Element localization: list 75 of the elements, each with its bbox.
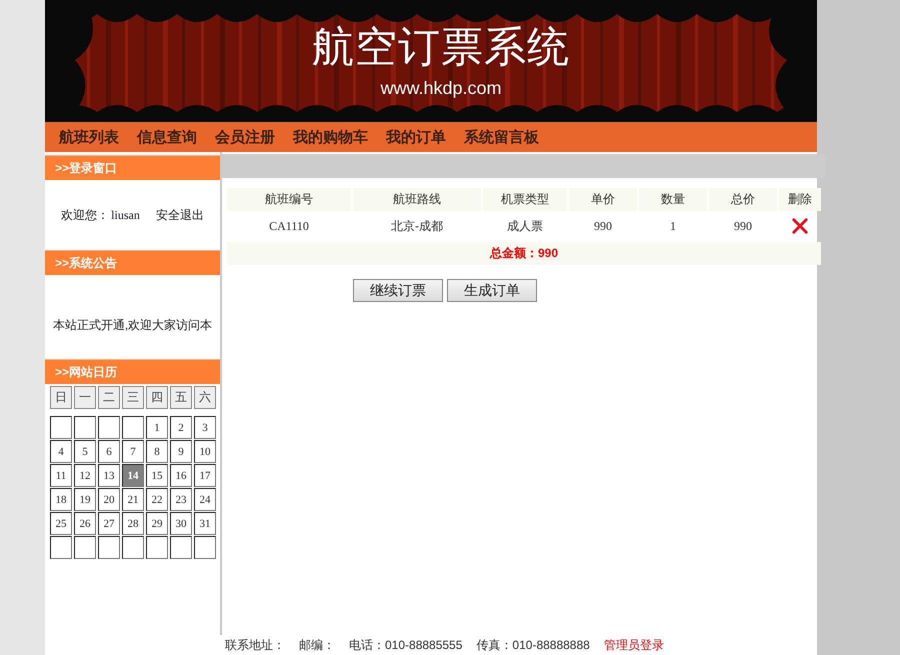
column-header: 删除 xyxy=(779,188,821,211)
notice-text: 本站正式开通,欢迎大家访问本 xyxy=(52,316,212,334)
action-button[interactable]: 生成订单 xyxy=(447,279,537,302)
site-url: www.hkdp.com xyxy=(380,78,502,99)
table-cell-text: 990 xyxy=(733,218,753,234)
calendar-day[interactable]: 27 xyxy=(98,512,120,535)
calendar-day[interactable]: 16 xyxy=(170,464,192,487)
address-label: 联系地址： xyxy=(225,636,285,654)
calendar-day[interactable]: 6 xyxy=(98,440,120,463)
nav-link[interactable]: 航班列表 xyxy=(59,128,119,146)
calendar-day[interactable]: 14 xyxy=(122,464,144,487)
column-header: 数量 xyxy=(639,188,707,211)
site-title: 航空订票系统 xyxy=(312,22,570,72)
table-cell-text: 成人票 xyxy=(506,218,544,234)
welcome-text: 欢迎您： xyxy=(61,206,110,224)
calendar-day[interactable]: 29 xyxy=(146,512,168,535)
calendar-day[interactable]: 10 xyxy=(194,440,216,463)
calendar-day[interactable]: 30 xyxy=(170,512,192,535)
admin-login-link[interactable]: 管理员登录 xyxy=(604,636,664,654)
logout-link[interactable]: 安全退出 xyxy=(156,206,204,224)
calendar-day[interactable]: 3 xyxy=(194,416,216,439)
calendar-day[interactable]: 20 xyxy=(98,488,120,511)
nav-link[interactable]: 我的订单 xyxy=(386,128,446,146)
calendar-day[interactable]: 31 xyxy=(194,512,216,535)
total-amount: 总金额：990 xyxy=(490,245,558,262)
calendar-day[interactable]: 13 xyxy=(98,464,120,487)
column-header: 航班编号 xyxy=(227,188,351,211)
calendar-day[interactable]: 4 xyxy=(50,440,72,463)
phone-text: 电话：010-88885555 xyxy=(349,636,462,654)
column-header: 单价 xyxy=(569,188,637,211)
weekday-cell: 日 xyxy=(50,386,72,409)
calendar-day[interactable]: 11 xyxy=(50,464,72,487)
calendar-day[interactable]: 1 xyxy=(146,416,168,439)
fax-text: 传真：010-88888888 xyxy=(476,636,590,654)
column-header: 航班路线 xyxy=(353,188,481,211)
postcode-label: 邮编： xyxy=(299,636,335,654)
nav-link[interactable]: 系统留言板 xyxy=(464,128,539,146)
action-button[interactable]: 继续订票 xyxy=(353,279,443,302)
calendar-day[interactable]: 2 xyxy=(170,416,192,439)
calendar-day[interactable]: 12 xyxy=(74,464,96,487)
weekday-cell: 三 xyxy=(122,386,144,409)
calendar-day[interactable]: 21 xyxy=(122,488,144,511)
panel-heading: >>登录窗口 xyxy=(45,155,220,180)
delete-icon[interactable] xyxy=(792,218,808,234)
column-header: 机票类型 xyxy=(483,188,567,211)
calendar-day[interactable]: 25 xyxy=(50,512,72,535)
nav-link[interactable]: 信息查询 xyxy=(137,128,197,146)
calendar-day[interactable]: 19 xyxy=(74,488,96,511)
weekday-cell: 五 xyxy=(170,386,192,409)
table-cell-text: 990 xyxy=(593,218,613,234)
calendar-day[interactable]: 7 xyxy=(122,440,144,463)
panel-heading: >>系统公告 xyxy=(45,250,220,275)
calendar-day[interactable]: 22 xyxy=(146,488,168,511)
table-cell-text: 1 xyxy=(669,218,677,234)
calendar-day[interactable]: 8 xyxy=(146,440,168,463)
weekday-cell: 四 xyxy=(146,386,168,409)
column-header: 总价 xyxy=(709,188,777,211)
calendar-day[interactable]: 5 xyxy=(74,440,96,463)
calendar-day[interactable]: 24 xyxy=(194,488,216,511)
calendar-day[interactable]: 17 xyxy=(194,464,216,487)
calendar-day[interactable]: 9 xyxy=(170,440,192,463)
weekday-cell: 一 xyxy=(74,386,96,409)
table-cell-text: CA1110 xyxy=(268,218,310,234)
username: liusan xyxy=(111,208,140,222)
weekday-cell: 六 xyxy=(194,386,216,409)
weekday-cell: 二 xyxy=(98,386,120,409)
calendar-day[interactable]: 26 xyxy=(74,512,96,535)
nav-link[interactable]: 会员注册 xyxy=(215,128,275,146)
calendar-day[interactable]: 18 xyxy=(50,488,72,511)
calendar-day[interactable]: 23 xyxy=(170,488,192,511)
nav-link[interactable]: 我的购物车 xyxy=(293,128,368,146)
table-cell-text: 北京-成都 xyxy=(390,218,444,234)
calendar-day[interactable]: 28 xyxy=(122,512,144,535)
calendar-day[interactable]: 15 xyxy=(146,464,168,487)
panel-heading: >>网站日历 xyxy=(45,359,220,384)
